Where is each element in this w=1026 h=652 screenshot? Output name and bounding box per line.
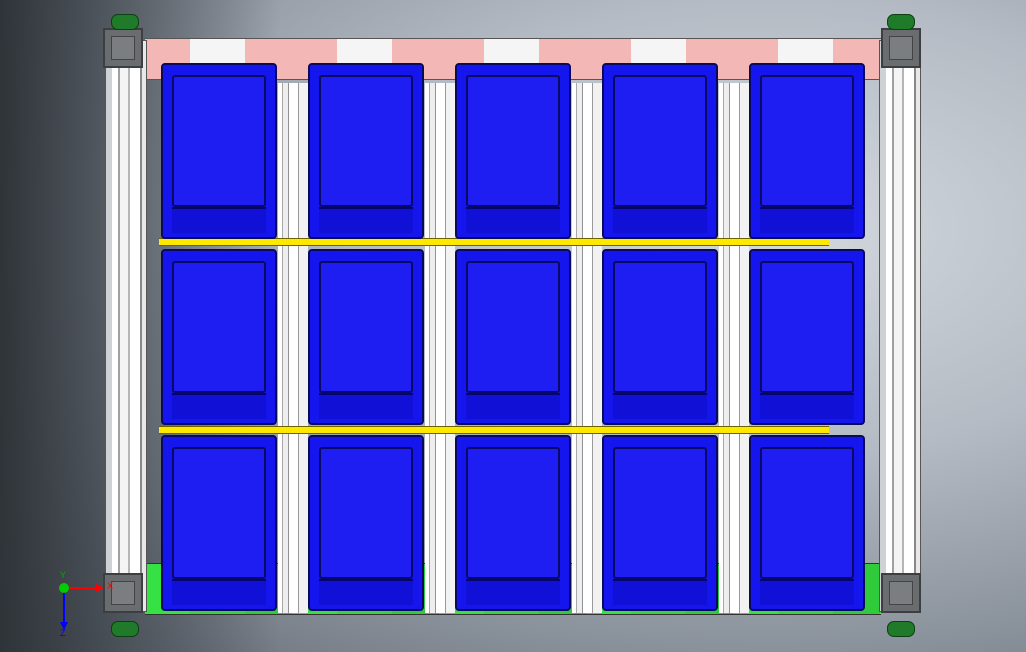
right-rail — [879, 40, 921, 612]
column-separator — [719, 83, 749, 613]
cart-model — [103, 14, 923, 637]
storage-bin — [455, 435, 571, 611]
storage-bin — [749, 249, 865, 425]
storage-bin — [455, 249, 571, 425]
corner-block — [881, 573, 921, 613]
storage-bin — [161, 63, 277, 239]
caster-wheel — [111, 14, 139, 30]
axis-triad: X Y Z — [52, 570, 114, 638]
storage-bin — [602, 63, 718, 239]
storage-bin — [602, 435, 718, 611]
column-separator — [425, 83, 455, 613]
corner-block — [881, 28, 921, 68]
y-axis-label: Y — [60, 570, 67, 580]
storage-bin — [602, 249, 718, 425]
storage-bin — [308, 435, 424, 611]
left-rail — [105, 40, 147, 612]
caster-wheel — [887, 621, 915, 637]
column-separator — [572, 83, 602, 613]
caster-wheel — [887, 14, 915, 30]
x-axis-label: X — [107, 581, 114, 591]
storage-bin — [749, 435, 865, 611]
yellow-bar — [159, 238, 829, 246]
corner-block — [103, 28, 143, 68]
storage-bin — [308, 249, 424, 425]
z-axis-label: Z — [60, 628, 66, 638]
axis-triad-icon — [59, 583, 104, 630]
graphics-viewport[interactable]: X Y Z — [0, 0, 1026, 652]
caster-wheel — [111, 621, 139, 637]
yellow-bar — [159, 426, 829, 434]
storage-bin — [308, 63, 424, 239]
storage-bin — [455, 63, 571, 239]
column-separator — [278, 83, 308, 613]
storage-bin — [749, 63, 865, 239]
storage-bin — [161, 249, 277, 425]
storage-bin — [161, 435, 277, 611]
